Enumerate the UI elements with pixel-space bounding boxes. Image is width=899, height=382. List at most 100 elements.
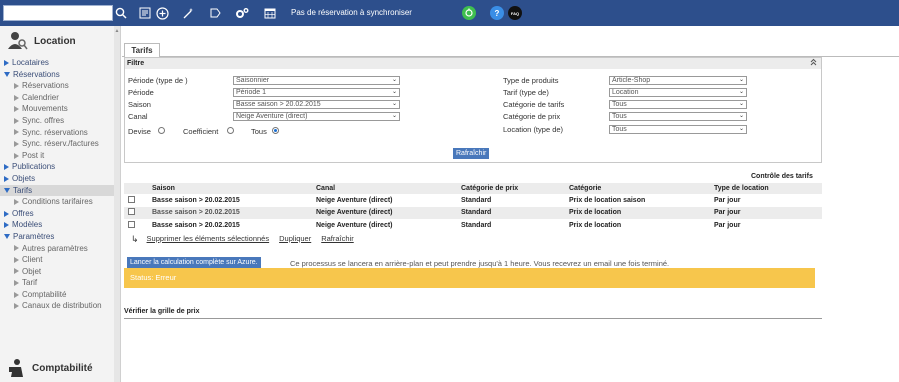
periode-type-label: Période (type de ) [128, 76, 188, 85]
column-saison[interactable]: Saison [152, 183, 316, 194]
sidebar-item-tarifs[interactable]: Tarifs [0, 184, 115, 197]
categorie-prix-value: Tous [612, 113, 627, 120]
column-canal[interactable]: Canal [316, 183, 461, 194]
tarif-type-value: Location [612, 89, 639, 96]
sidebar-item-publications[interactable]: Publications [0, 161, 115, 173]
type-produits-value: Article-Shop [612, 77, 651, 84]
search-icon[interactable] [113, 5, 129, 21]
caret-right-icon [14, 82, 19, 89]
location-type-select[interactable]: Tous ⌄ [609, 125, 747, 134]
radio-tous[interactable] [272, 127, 279, 134]
sidebar-item-sync-r-servations[interactable]: Sync. réservations [0, 127, 115, 139]
list-icon[interactable] [137, 5, 153, 21]
sidebar-item-sync-r-serv-factures[interactable]: Sync. réserv./factures [0, 138, 115, 150]
sidebar-header[interactable]: Location [0, 26, 115, 56]
tarif-type-select[interactable]: Location ⌄ [609, 88, 747, 97]
row-checkbox[interactable] [128, 195, 135, 203]
periode-select[interactable]: Période 1 ⌄ [233, 88, 400, 97]
categorie-tarifs-select[interactable]: Tous ⌄ [609, 100, 747, 109]
caret-down-icon [4, 234, 10, 240]
categorie-prix-select[interactable]: Tous ⌄ [609, 112, 747, 121]
calendar-icon[interactable] [262, 5, 278, 21]
sidebar-item-conditions-tarifaires[interactable]: Conditions tarifaires [0, 196, 115, 208]
scroll-up-arrow-icon[interactable]: ▲ [114, 28, 120, 34]
collapse-icon[interactable] [810, 58, 817, 70]
sidebar-item-calendrier[interactable]: Calendrier [0, 92, 115, 104]
type-produits-select[interactable]: Article-Shop ⌄ [609, 76, 747, 85]
sidebar-item-label: Client [22, 255, 43, 265]
radio-devise-label: Devise [128, 127, 151, 136]
table-row[interactable]: Basse saison > 20.02.2015 Neige Aventure… [124, 194, 822, 207]
column-categorie-prix[interactable]: Catégorie de prix [461, 183, 569, 194]
row-checkbox[interactable] [128, 220, 135, 228]
sidebar-item-tarif[interactable]: Tarif [0, 277, 115, 289]
sidebar-item-label: Post it [22, 150, 45, 160]
sidebar-item-locataires[interactable]: Locataires [0, 57, 115, 69]
sidebar-section-comptabilite[interactable]: Comptabilité [0, 355, 115, 382]
periode-type-select[interactable]: Saisonnier ⌄ [233, 76, 400, 85]
sidebar-item-objets[interactable]: Objets [0, 173, 115, 185]
sidebar-item-canaux-de-distribution[interactable]: Canaux de distribution [0, 300, 115, 312]
sidebar-item-mouvements[interactable]: Mouvements [0, 103, 115, 115]
sidebar-item-mod-les[interactable]: Modèles [0, 219, 115, 231]
tab-tarifs[interactable]: Tarifs [124, 43, 160, 57]
radio-coefficient-label: Coefficient [183, 127, 219, 136]
sidebar-scrollbar[interactable] [114, 26, 120, 382]
tag-icon[interactable] [207, 5, 223, 21]
sidebar-item-label: Sync. réserv./factures [22, 139, 99, 149]
caret-right-icon [14, 94, 19, 101]
chevron-down-icon: ⌄ [738, 77, 744, 83]
saison-select[interactable]: Basse saison > 20.02.2015 ⌄ [233, 100, 400, 109]
radio-devise[interactable] [158, 127, 165, 134]
duplicate-link[interactable]: Dupliquer [279, 234, 311, 245]
sidebar-item-param-tres[interactable]: Paramètres [0, 231, 115, 243]
sync-ok-icon[interactable] [462, 6, 476, 20]
sidebar-item-r-servations[interactable]: Réservations [0, 69, 115, 81]
caret-right-icon [4, 175, 9, 182]
sidebar-item-sync-offres[interactable]: Sync. offres [0, 115, 115, 127]
table-row[interactable]: Basse saison > 20.02.2015 Neige Aventure… [124, 206, 822, 219]
saison-label: Saison [128, 100, 151, 109]
plus-circle-icon[interactable] [154, 5, 170, 21]
cell-saison: Basse saison > 20.02.2015 [152, 196, 240, 204]
canal-select[interactable]: Neige Aventure (direct) ⌄ [233, 112, 400, 121]
column-select [124, 183, 152, 194]
sidebar-item-client[interactable]: Client [0, 254, 115, 266]
categorie-prix-label: Catégorie de prix [503, 112, 561, 121]
sidebar-footer-title: Comptabilité [32, 363, 93, 374]
sidebar-item-r-servations[interactable]: Réservations [0, 80, 115, 92]
sidebar-title: Location [34, 35, 76, 47]
refresh-link[interactable]: Rafraîchir [321, 234, 354, 245]
magic-wand-icon[interactable] [180, 5, 196, 21]
faq-icon[interactable]: FAQ [508, 6, 522, 20]
cell-canal: Neige Aventure (direct) [316, 206, 461, 219]
cell-categorie: Prix de location saison [569, 196, 646, 204]
key-person-icon [6, 29, 28, 53]
sidebar-item-autres-param-tres[interactable]: Autres paramètres [0, 243, 115, 255]
sidebar-item-label: Modèles [12, 220, 43, 230]
sidebar-item-comptabilit-[interactable]: Comptabilité [0, 289, 115, 301]
sidebar-item-offres[interactable]: Offres [0, 208, 115, 220]
table-row[interactable]: Basse saison > 20.02.2015 Neige Aventure… [124, 219, 822, 232]
caret-right-icon [14, 117, 19, 124]
caret-right-icon [14, 106, 19, 113]
search-input[interactable] [3, 5, 113, 21]
sidebar-item-label: Publications [12, 162, 56, 172]
caret-right-icon [14, 140, 19, 147]
caret-right-icon [14, 256, 19, 263]
cell-saison: Basse saison > 20.02.2015 [152, 221, 240, 229]
row-checkbox[interactable] [128, 208, 135, 216]
delete-selected-link[interactable]: Supprimer les éléments sélectionnés [147, 234, 270, 245]
column-categorie[interactable]: Catégorie [569, 183, 714, 194]
column-type-location[interactable]: Type de location [714, 183, 822, 194]
sidebar-item-post-it[interactable]: Post it [0, 150, 115, 162]
sidebar-item-objet[interactable]: Objet [0, 266, 115, 278]
radio-coefficient[interactable] [227, 127, 234, 134]
caret-right-icon [14, 280, 19, 287]
caret-right-icon [4, 222, 9, 229]
help-icon[interactable]: ? [490, 6, 504, 20]
chevron-down-icon: ⌄ [738, 101, 744, 107]
gears-icon[interactable] [234, 5, 250, 21]
filter-refresh-button[interactable]: Rafraîchir [453, 148, 490, 159]
canal-value: Neige Aventure (direct) [236, 113, 308, 120]
